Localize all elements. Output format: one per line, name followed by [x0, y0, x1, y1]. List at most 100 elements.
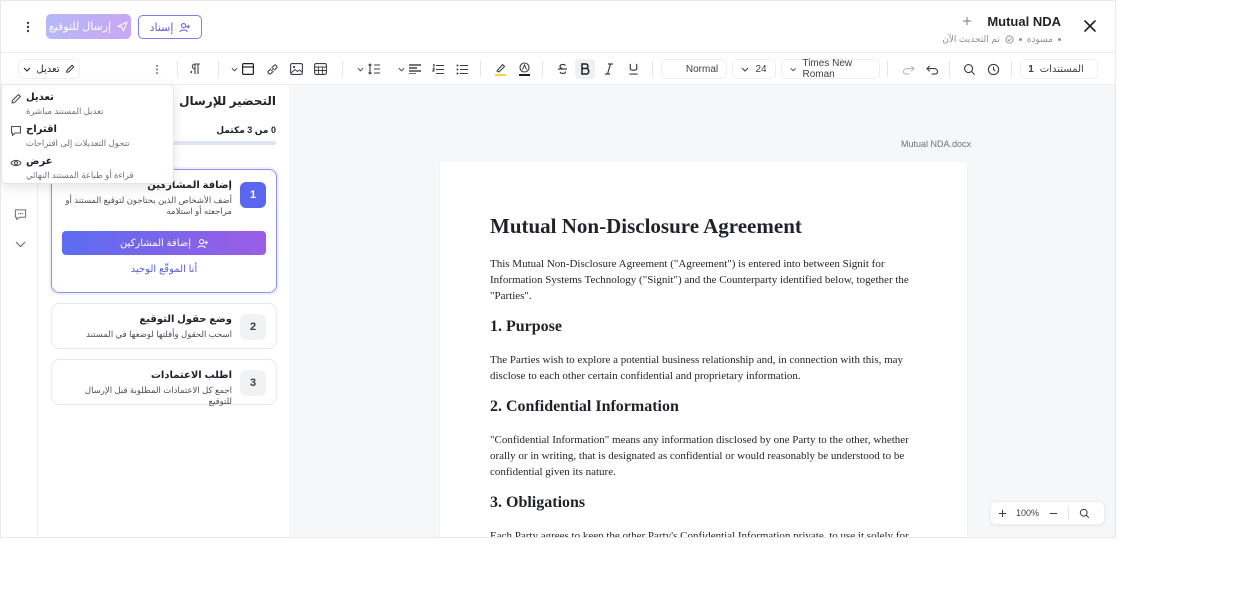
step-title: اطلب الاعتمادات: [150, 370, 232, 381]
pencil-icon: [11, 93, 22, 104]
undo-icon: [925, 64, 938, 75]
numbered-list-icon: [431, 63, 444, 74]
pencil-icon: [65, 64, 74, 73]
alignment-select[interactable]: [394, 59, 424, 79]
add-participants-button[interactable]: إضافة المشاركين: [62, 231, 266, 255]
document-canvas[interactable]: Mutual NDA.docx Mutual Non-Disclosure Ag…: [292, 85, 1115, 538]
editing-mode-select[interactable]: تعديل: [18, 59, 80, 79]
documents-button[interactable]: المستندات 1: [1020, 59, 1098, 79]
assign-button[interactable]: إسناد: [138, 15, 202, 39]
panel-title: التحضير للإرسال: [179, 94, 276, 108]
editor-toolbar: المستندات 1 Times New Roman 24 Normal: [1, 53, 1115, 85]
toolbar-more-button[interactable]: [149, 61, 165, 77]
menu-item-description: تتحول التعديلات إلى اقتراحات: [26, 138, 130, 148]
font-size-select[interactable]: 24: [732, 59, 776, 79]
document-title[interactable]: Mutual NDA: [987, 14, 1061, 29]
undo-button[interactable]: [923, 59, 941, 79]
highlight-button[interactable]: [491, 59, 509, 79]
zoom-out-button[interactable]: [1042, 502, 1064, 524]
toolbar-divider: [887, 61, 888, 77]
font-family-value: Times New Roman: [802, 58, 853, 80]
history-button[interactable]: [984, 59, 1002, 79]
find-button[interactable]: [1073, 502, 1095, 524]
status-dot: [1058, 38, 1061, 41]
separator-dot: [1018, 38, 1022, 41]
paragraph-style-select[interactable]: Normal: [661, 59, 727, 79]
section-heading: 1. Purpose: [490, 318, 562, 335]
kebab-icon: [26, 21, 30, 33]
file-name-label: Mutual NDA.docx: [901, 139, 972, 149]
menu-item-description: قراءة أو طباعة المستند النهائي: [26, 170, 134, 180]
line-spacing-select[interactable]: [353, 59, 383, 79]
menu-item-edit[interactable]: تعديل تعديل المستند مباشرة: [10, 90, 170, 120]
comment-icon: [14, 208, 26, 220]
assign-label: إسناد: [149, 21, 174, 34]
search-button[interactable]: [960, 59, 978, 79]
step-add-participants[interactable]: 1 إضافة المشاركين أضف الأشخاص الذين يحتا…: [51, 169, 277, 293]
text-color-button[interactable]: [515, 59, 533, 79]
font-family-select[interactable]: Times New Roman: [781, 58, 880, 80]
kebab-icon: [155, 64, 159, 74]
zoom-in-button[interactable]: [991, 502, 1013, 524]
layout-select[interactable]: [227, 59, 257, 79]
plus-icon: [998, 509, 1006, 517]
step-request-approvals[interactable]: 3 اطلب الاعتمادات اجمع كل الاعتمادات الم…: [51, 359, 277, 406]
text-direction-button[interactable]: [187, 59, 205, 79]
toolbar-divider: [177, 61, 178, 77]
page-layout-icon: [241, 63, 254, 75]
comments-rail-button[interactable]: [10, 204, 30, 224]
saved-text: تم التحديث الآن: [942, 34, 1000, 44]
cloud-saved-icon: [1005, 35, 1014, 44]
italic-button[interactable]: [600, 59, 618, 79]
zoom-level: 100%: [1016, 508, 1040, 518]
strikethrough-icon: [557, 63, 567, 75]
font-size-value: 24: [755, 63, 767, 75]
redo-button[interactable]: [899, 59, 917, 79]
strikethrough-button[interactable]: [553, 59, 571, 79]
text-color-icon: [518, 62, 530, 76]
more-options-button[interactable]: [18, 17, 38, 37]
table-icon: [313, 63, 327, 75]
section-heading: 2. Confidential Information: [490, 398, 679, 415]
insert-link-button[interactable]: [263, 59, 281, 79]
send-for-signature-button[interactable]: إرسال للتوقيع: [46, 14, 131, 39]
toolbar-divider: [218, 61, 219, 77]
document-paragraph: Each Party agrees to keep the other Part…: [490, 530, 909, 538]
insert-table-button[interactable]: [311, 59, 329, 79]
document-paragraph: The Parties wish to explore a potential …: [490, 354, 904, 382]
chevron-down-icon: [15, 241, 25, 247]
menu-item-label: عرض: [26, 156, 53, 167]
chevron-down-icon: [357, 67, 363, 71]
numbered-list-button[interactable]: [429, 59, 447, 79]
menu-item-suggest[interactable]: اقتراح تتحول التعديلات إلى اقتراحات: [10, 122, 170, 152]
chevron-down-icon: [790, 67, 796, 71]
only-signer-link[interactable]: أنا الموقّع الوحيد: [52, 264, 276, 275]
new-tab-button[interactable]: [957, 11, 977, 31]
document-paragraph: This Mutual Non-Disclosure Agreement ("A…: [490, 258, 909, 302]
documents-label: المستندات: [1039, 63, 1084, 75]
add-participants-label: إضافة المشاركين: [119, 237, 192, 249]
search-icon: [1079, 508, 1089, 518]
document-page[interactable]: Mutual Non-Disclosure Agreement This Mut…: [440, 162, 967, 538]
chevron-down-icon: [231, 67, 237, 71]
title-area: Mutual NDA مسودة تم التحديث الآن: [942, 11, 1061, 45]
line-spacing-icon: [367, 63, 380, 75]
documents-count: 1: [1028, 63, 1034, 75]
step-place-fields[interactable]: 2 وضع حقول التوقيع اسحب الحقول وأفلتها ل…: [51, 303, 277, 349]
link-icon: [267, 64, 277, 74]
menu-item-view[interactable]: عرض قراءة أو طباعة المستند النهائي: [10, 154, 170, 184]
user-add-icon: [197, 238, 209, 248]
section-heading: 3. Obligations: [490, 494, 586, 511]
bullet-list-button[interactable]: [453, 59, 471, 79]
bold-button[interactable]: [575, 59, 595, 79]
step-number: 3: [240, 370, 266, 396]
collapse-rail-button[interactable]: [10, 234, 30, 254]
document-paragraph: "Confidential Information" means any inf…: [490, 434, 909, 478]
toolbar-divider: [1011, 61, 1012, 77]
status-row: مسودة تم التحديث الآن: [942, 34, 1061, 45]
app-window: Mutual NDA مسودة تم التحديث الآن إرسال ل…: [0, 0, 1116, 538]
underline-button[interactable]: [624, 59, 642, 79]
insert-image-button[interactable]: [287, 59, 305, 79]
close-button[interactable]: [1079, 15, 1101, 37]
image-icon: [289, 63, 303, 75]
